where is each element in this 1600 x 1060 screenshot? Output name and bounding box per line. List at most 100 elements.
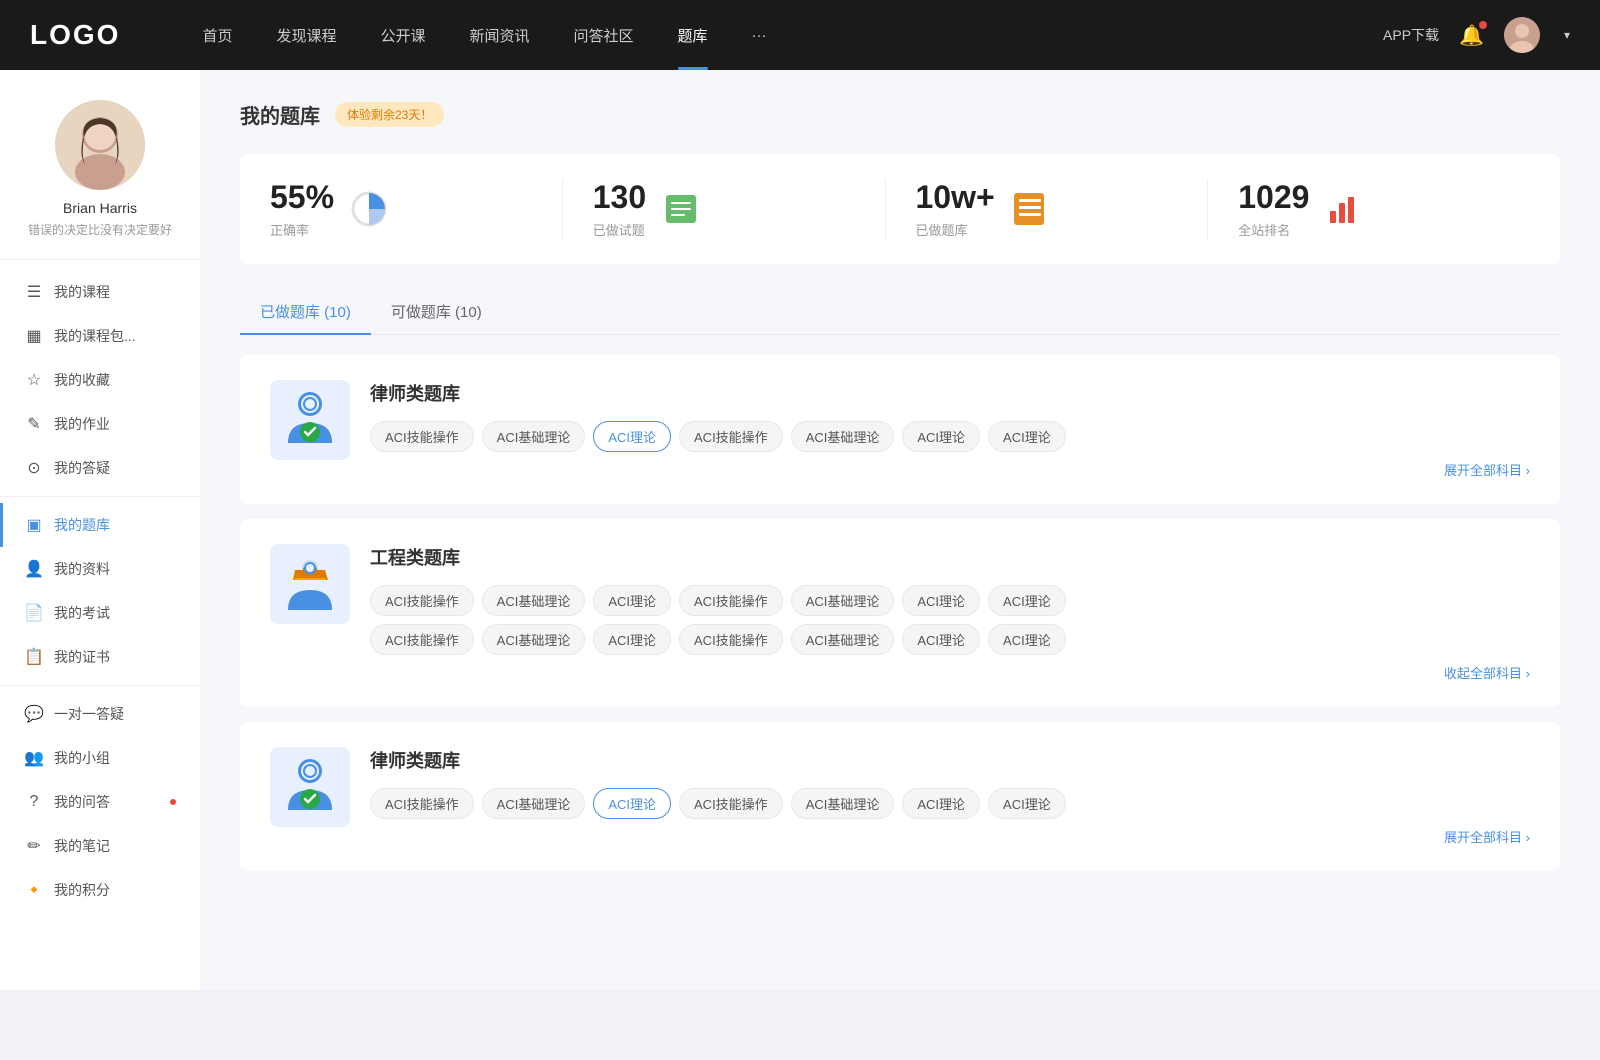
sidebar-item-8[interactable]: 📋我的证书 [0,635,200,679]
bank-tag-2-6[interactable]: ACI理论 [988,788,1066,819]
sidebar-item-5[interactable]: ▣我的题库 [0,503,200,547]
tabs-row: 已做题库 (10)可做题库 (10) [240,289,1560,335]
bank-tag-2-5[interactable]: ACI理论 [902,788,980,819]
sidebar-item-11[interactable]: ?我的问答 [0,780,200,824]
nav-link-4[interactable]: 问答社区 [552,0,656,70]
bank-card-0: 律师类题库ACI技能操作ACI基础理论ACI理论ACI技能操作ACI基础理论AC… [240,355,1560,504]
banks-container: 律师类题库ACI技能操作ACI基础理论ACI理论ACI技能操作ACI基础理论AC… [240,355,1560,871]
trial-badge: 体验剩余23天！ [335,102,444,127]
bank-icon-2 [270,747,350,827]
bank-tag2-1-1[interactable]: ACI基础理论 [482,624,586,655]
sidebar-item-icon-9: 💬 [24,704,44,724]
tab-0[interactable]: 已做题库 (10) [240,289,371,334]
bank-tag-0-1[interactable]: ACI基础理论 [482,421,586,452]
bank-tag-2-4[interactable]: ACI基础理论 [791,788,895,819]
notification-bell[interactable]: 🔔 [1459,23,1484,48]
stat-icon-3 [1324,189,1364,229]
user-avatar[interactable] [1504,17,1540,53]
sidebar-item-1[interactable]: ▦我的课程包... [0,314,200,358]
sidebar-item-icon-10: 👥 [24,748,44,768]
bank-icon-0 [270,380,350,460]
stat-label-3: 全站排名 [1238,220,1309,239]
bank-tag2-1-0[interactable]: ACI技能操作 [370,624,474,655]
bank-expand-2[interactable]: 展开全部科目 › [370,827,1530,846]
stat-icon-1 [661,189,701,229]
main-content: 我的题库 体验剩余23天！ 55%正确率 130已做试题 10w+已做题库 10… [200,70,1600,990]
sidebar-item-13[interactable]: 🔸我的积分 [0,868,200,912]
bell-badge [1479,21,1487,29]
bank-tag-0-0[interactable]: ACI技能操作 [370,421,474,452]
sidebar-item-4[interactable]: ⊙ 我的答疑 [0,446,200,490]
nav-link-5[interactable]: 题库 [656,0,730,70]
bank-tag2-1-4[interactable]: ACI基础理论 [791,624,895,655]
sidebar-item-7[interactable]: 📄我的考试 [0,591,200,635]
bank-tag-1-1[interactable]: ACI基础理论 [482,585,586,616]
tab-1[interactable]: 可做题库 (10) [371,289,502,334]
bank-expand-1[interactable]: 收起全部科目 › [370,663,1530,682]
bank-tag-1-2[interactable]: ACI理论 [593,585,671,616]
user-dropdown-arrow[interactable]: ▾ [1564,28,1570,42]
sidebar-item-label-9: 一对一答疑 [54,704,124,724]
sidebar-item-2[interactable]: ☆我的收藏 [0,358,200,402]
bank-tag-2-2[interactable]: ACI理论 [593,788,671,819]
nav-link-0[interactable]: 首页 [180,0,254,70]
sidebar-item-6[interactable]: 👤我的资料 [0,547,200,591]
bank-title-0: 律师类题库 [370,380,1530,406]
sidebar-item-12[interactable]: ✏我的笔记 [0,824,200,868]
sidebar-item-label-13: 我的积分 [54,880,110,900]
sidebar-item-icon-12: ✏ [24,836,44,856]
sidebar-item-dot-11 [170,799,176,805]
bank-info-1: 工程类题库ACI技能操作ACI基础理论ACI理论ACI技能操作ACI基础理论AC… [370,544,1530,682]
page-header: 我的题库 体验剩余23天！ [240,100,1560,129]
bank-tag-1-3[interactable]: ACI技能操作 [679,585,783,616]
stat-value-0: 55% [270,179,334,216]
bank-tag-2-3[interactable]: ACI技能操作 [679,788,783,819]
nav-link-6[interactable]: ··· [730,0,789,70]
bank-tag-0-5[interactable]: ACI理论 [902,421,980,452]
sidebar-item-icon-4: ⊙ [24,458,44,478]
sidebar-profile: Brian Harris 错误的决定比没有决定要好 [0,100,200,260]
sidebar-item-0[interactable]: ☰我的课程 [0,270,200,314]
bank-tag-0-4[interactable]: ACI基础理论 [791,421,895,452]
bank-tag-1-4[interactable]: ACI基础理论 [791,585,895,616]
bank-tag-1-0[interactable]: ACI技能操作 [370,585,474,616]
stat-value-3: 1029 [1238,179,1309,216]
bank-tag-0-3[interactable]: ACI技能操作 [679,421,783,452]
sidebar-menu: ☰我的课程▦我的课程包...☆我的收藏✎我的作业 ⊙ 我的答疑 ▣我的题库👤我的资料📄… [0,260,200,922]
bank-tag2-1-2[interactable]: ACI理论 [593,624,671,655]
bank-tag2-1-3[interactable]: ACI技能操作 [679,624,783,655]
bank-tag-0-2[interactable]: ACI理论 [593,421,671,452]
nav-link-3[interactable]: 新闻资讯 [448,0,552,70]
sidebar-item-10[interactable]: 👥 我的小组 [0,736,200,780]
page-title: 我的题库 [240,100,320,129]
stat-item-3: 1029 全站排名 [1208,179,1530,239]
sidebar-item-label-2: 我的收藏 [54,370,110,390]
bank-card-2: 律师类题库ACI技能操作ACI基础理论ACI理论ACI技能操作ACI基础理论AC… [240,722,1560,871]
bank-expand-0[interactable]: 展开全部科目 › [370,460,1530,479]
sidebar-divider-5 [0,496,200,497]
bank-tags-row-2: ACI技能操作ACI基础理论ACI理论ACI技能操作ACI基础理论ACI理论AC… [370,788,1530,819]
app-download-button[interactable]: APP下载 [1383,25,1439,45]
bank-tag-1-5[interactable]: ACI理论 [902,585,980,616]
sidebar-item-label-1: 我的课程包... [54,326,136,346]
sidebar-item-9[interactable]: 💬 一对一答疑 [0,692,200,736]
bank-tag-0-6[interactable]: ACI理论 [988,421,1066,452]
sidebar-avatar [55,100,145,190]
sidebar-item-3[interactable]: ✎我的作业 [0,402,200,446]
bank-tag-2-1[interactable]: ACI基础理论 [482,788,586,819]
stat-label-0: 正确率 [270,220,334,239]
sidebar-item-label-4: 我的答疑 [54,458,110,478]
nav-logo[interactable]: LOGO [30,19,120,51]
bank-tag2-1-5[interactable]: ACI理论 [902,624,980,655]
nav-link-1[interactable]: 发现课程 [254,0,358,70]
bank-tag2-1-6[interactable]: ACI理论 [988,624,1066,655]
stat-item-1: 130已做试题 [563,179,886,239]
nav-link-2[interactable]: 公开课 [358,0,447,70]
bank-tags-row-0: ACI技能操作ACI基础理论ACI理论ACI技能操作ACI基础理论ACI理论AC… [370,421,1530,452]
sidebar-item-label-10: 我的小组 [54,748,110,768]
sidebar-item-icon-0: ☰ [24,282,44,302]
bank-tag-2-0[interactable]: ACI技能操作 [370,788,474,819]
bank-info-2: 律师类题库ACI技能操作ACI基础理论ACI理论ACI技能操作ACI基础理论AC… [370,747,1530,846]
bank-tag-1-6[interactable]: ACI理论 [988,585,1066,616]
main-layout: Brian Harris 错误的决定比没有决定要好 ☰我的课程▦我的课程包...… [0,70,1600,990]
